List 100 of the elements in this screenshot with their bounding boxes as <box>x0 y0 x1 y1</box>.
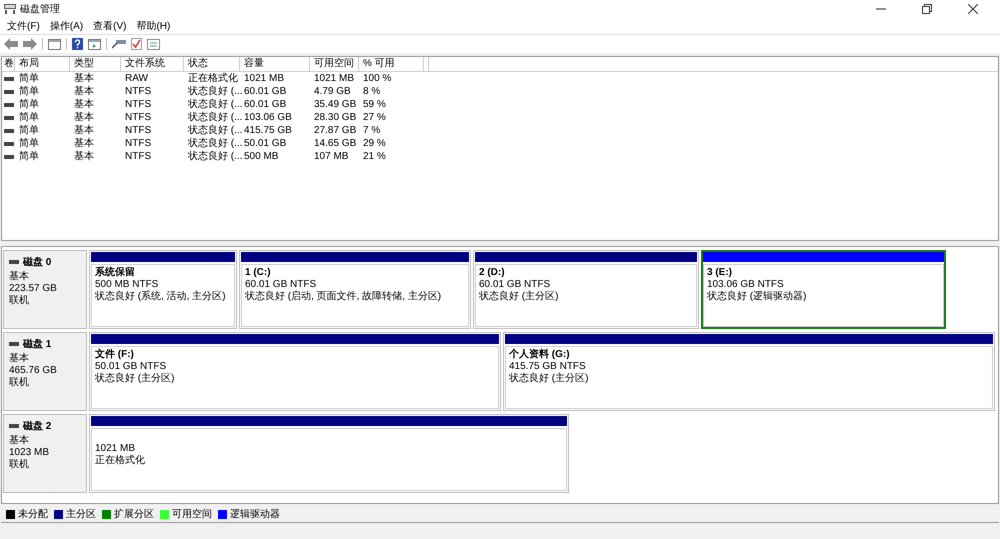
properties-icon[interactable] <box>147 38 160 50</box>
column-header[interactable]: % 可用 <box>359 57 424 71</box>
table-cell-text: 正在格式化 <box>187 72 239 85</box>
table-cell-text: 7 % <box>362 124 382 137</box>
partition-block[interactable]: 文件 (F:) 50.01 GB NTFS 状态良好 (主分区) <box>89 332 501 411</box>
partition-title: 系统保留 <box>95 267 136 279</box>
disk-name: 磁盘 2 <box>23 420 52 433</box>
table-cell-text: 简单 <box>18 137 40 150</box>
partition-status: 状态良好 (主分区) <box>479 291 560 303</box>
partition-title: 2 (D:) <box>479 267 506 279</box>
disk-type: 基本 <box>9 435 30 447</box>
table-cell-text: NTFS <box>124 137 152 150</box>
partition-title: 3 (E:) <box>707 267 733 279</box>
table-cell-text: 简单 <box>18 150 40 163</box>
disk-status: 联机 <box>9 295 30 307</box>
partition-block[interactable]: 个人资料 (G:) 415.75 GB NTFS 状态良好 (主分区) <box>503 332 995 411</box>
column-header[interactable]: 容量 <box>240 57 310 71</box>
table-cell-text: 基本 <box>73 98 95 111</box>
table-cell-text: 状态良好 (... <box>187 98 240 111</box>
disk-name: 磁盘 1 <box>23 338 52 351</box>
partition-block[interactable]: 2 (D:) 60.01 GB NTFS 状态良好 (主分区) <box>473 250 699 329</box>
partition-status: 状态良好 (逻辑驱动器) <box>707 291 808 303</box>
partition-status: 状态良好 (主分区) <box>509 373 590 385</box>
column-header[interactable]: 卷 <box>2 57 15 71</box>
menu-item[interactable]: 查看(V) <box>88 18 132 32</box>
partition-size: 60.01 GB NTFS <box>479 279 552 290</box>
back-arrow-icon[interactable] <box>4 38 18 50</box>
connect-icon[interactable] <box>112 39 126 49</box>
column-header[interactable]: 布局 <box>15 57 70 71</box>
partition-size: 50.01 GB NTFS <box>95 361 168 372</box>
table-cell-text: 27 % <box>362 111 387 124</box>
table-cell-text: 状态良好 (... <box>187 111 240 124</box>
column-header[interactable]: 可用空间 <box>310 57 359 71</box>
disk-type: 基本 <box>9 353 30 365</box>
table-cell-text: 基本 <box>73 150 95 163</box>
partition-block[interactable]: 系统保留 500 MB NTFS 状态良好 (系统, 活动, 主分区) <box>89 250 237 329</box>
partition-size: 1021 MB <box>95 443 136 454</box>
partition-size: 60.01 GB NTFS <box>245 279 318 290</box>
column-header[interactable]: 文件系统 <box>121 57 184 71</box>
table-cell-text: NTFS <box>124 111 152 124</box>
table-cell-text: 100 % <box>362 72 392 85</box>
legend-label: 逻辑驱动器 <box>230 508 280 521</box>
partition-status: 状态良好 (主分区) <box>95 373 176 385</box>
window-title: 磁盘管理 <box>20 2 60 16</box>
table-cell-text: 基本 <box>73 72 95 85</box>
partition-size: 500 MB NTFS <box>95 279 160 290</box>
table-cell-text: 简单 <box>18 124 40 137</box>
partition-block[interactable]: 3 (E:) 103.06 GB NTFS 状态良好 (逻辑驱动器) <box>701 250 946 329</box>
table-cell-text: 415.75 GB <box>243 124 293 137</box>
disk-name: 磁盘 0 <box>23 256 52 269</box>
menu-item[interactable]: 帮助(H) <box>131 18 176 32</box>
column-header[interactable]: 类型 <box>70 57 121 71</box>
table-cell-text: 14.65 GB <box>313 137 358 150</box>
table-cell-text: 1021 MB <box>243 72 286 85</box>
restore-icon[interactable] <box>922 4 932 14</box>
table-cell-text: 基本 <box>73 137 95 150</box>
column-header[interactable]: 状态 <box>184 57 240 71</box>
app-icon <box>4 4 16 14</box>
table-cell-text: 4.79 GB <box>313 85 352 98</box>
table-cell-text: 29 % <box>362 137 387 150</box>
legend-label: 扩展分区 <box>114 508 154 521</box>
table-cell-text: RAW <box>124 72 149 85</box>
disk-status: 联机 <box>9 459 30 471</box>
table-cell-text: 50.01 GB <box>243 137 288 150</box>
disk-size: 465.76 GB <box>9 365 58 376</box>
partition-title: 1 (C:) <box>245 267 272 279</box>
table-cell-text: 简单 <box>18 85 40 98</box>
table-cell-text: 500 MB <box>243 150 280 163</box>
table-cell-text: 状态良好 (... <box>187 137 240 150</box>
panel-icon[interactable] <box>88 38 101 50</box>
table-cell-text: 59 % <box>362 98 387 111</box>
table-cell-text: 基本 <box>73 111 95 124</box>
table-cell-text: 60.01 GB <box>243 98 288 111</box>
legend-label: 未分配 <box>18 508 48 521</box>
forward-arrow-icon[interactable] <box>23 38 37 50</box>
partition-status: 状态良好 (启动, 页面文件, 故障转储, 主分区) <box>245 291 442 303</box>
panel-icon[interactable] <box>48 38 61 50</box>
menu-item[interactable]: 文件(F) <box>2 18 45 32</box>
partition-title: 文件 (F:) <box>95 349 135 361</box>
table-cell-text: NTFS <box>124 85 152 98</box>
table-cell-text: 状态良好 (... <box>187 150 240 163</box>
table-cell-text: 简单 <box>18 72 40 85</box>
table-cell-text: NTFS <box>124 98 152 111</box>
partition-size: 103.06 GB NTFS <box>707 279 785 290</box>
table-cell-text: 107 MB <box>313 150 350 163</box>
checklist-icon[interactable] <box>131 38 142 50</box>
legend-label: 主分区 <box>66 508 96 521</box>
table-cell-text: 简单 <box>18 98 40 111</box>
help-icon[interactable] <box>72 38 83 50</box>
close-icon[interactable] <box>968 4 978 14</box>
menu-item[interactable]: 操作(A) <box>44 18 88 32</box>
partition-block[interactable]: 1021 MB 正在格式化 <box>89 414 569 493</box>
table-cell-text: 27.87 GB <box>313 124 358 137</box>
table-cell-text: 28.30 GB <box>313 111 358 124</box>
partition-title: 个人资料 (G:) <box>509 349 571 361</box>
disk-size: 1023 MB <box>9 447 50 458</box>
disk-type: 基本 <box>9 271 30 283</box>
partition-block[interactable]: 1 (C:) 60.01 GB NTFS 状态良好 (启动, 页面文件, 故障转储, 主分区) <box>239 250 471 329</box>
legend-label: 可用空间 <box>172 508 212 521</box>
table-cell-text: NTFS <box>124 124 152 137</box>
